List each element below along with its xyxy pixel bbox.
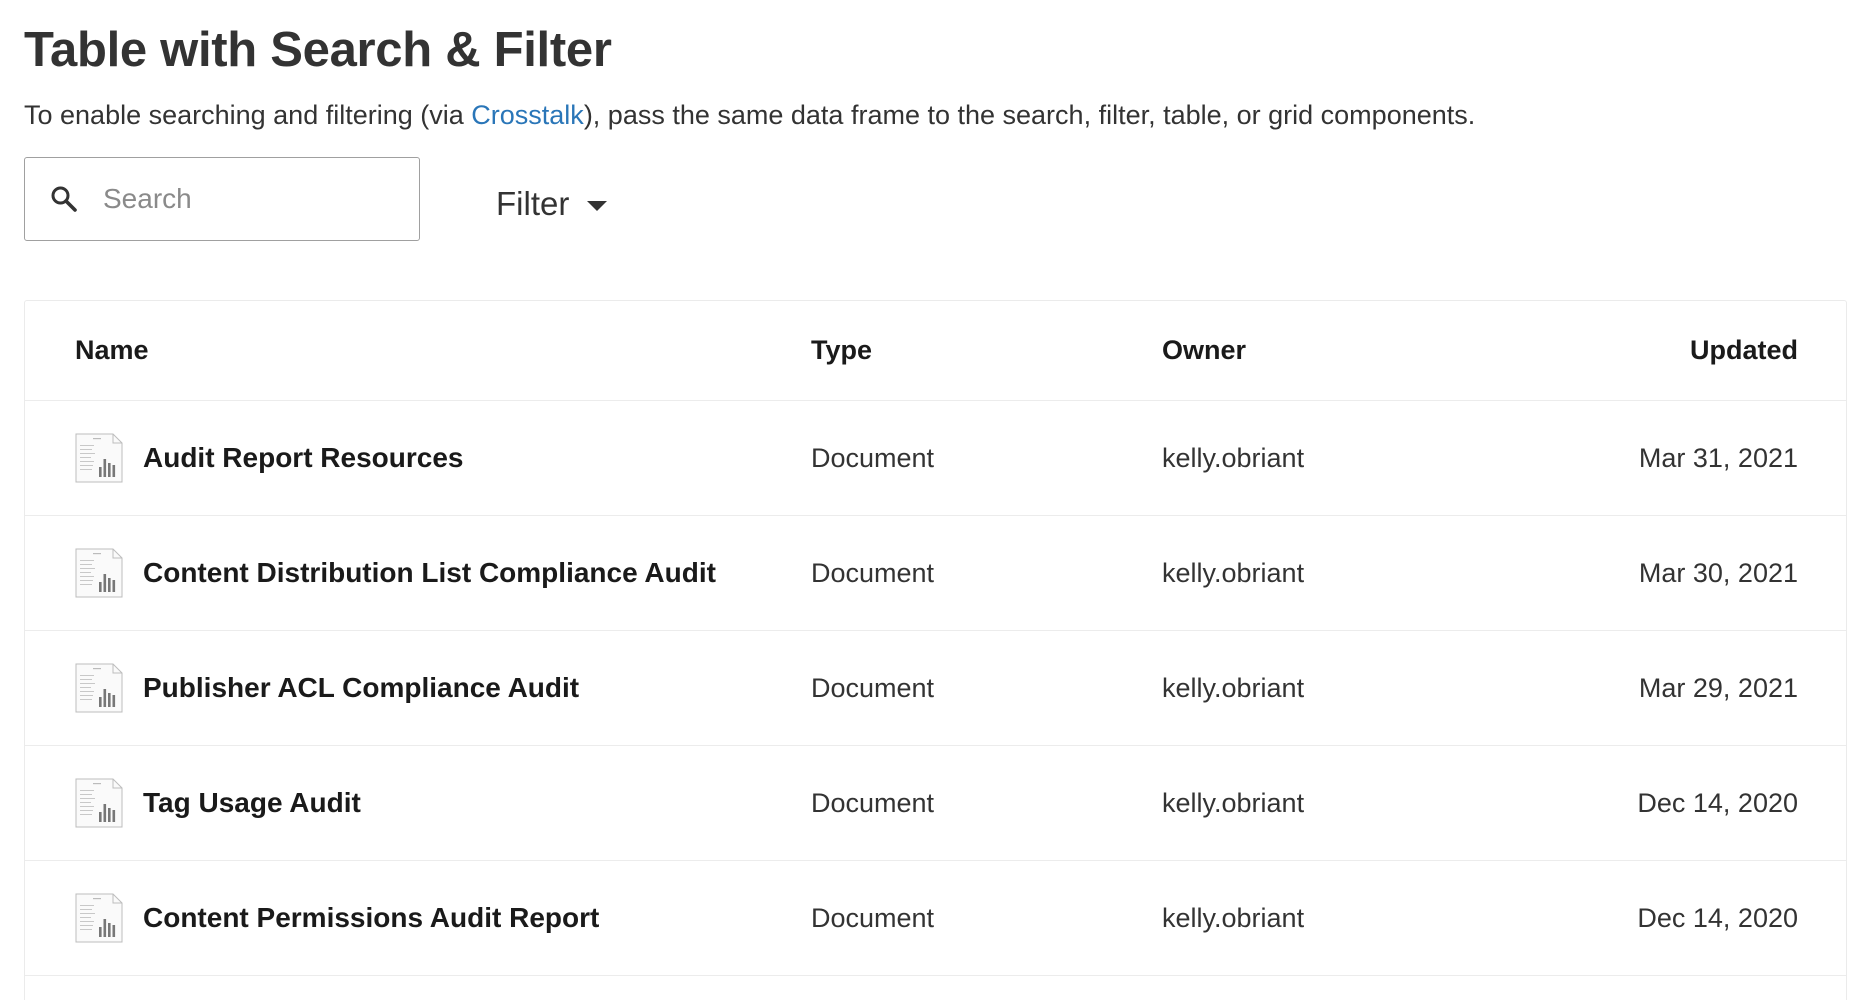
- page-description: To enable searching and filtering (via C…: [24, 100, 1475, 131]
- table-row[interactable]: Publisher ACL Compliance Audit Document …: [25, 631, 1846, 746]
- table-row[interactable]: Content Permissions Audit Report Documen…: [25, 861, 1846, 976]
- name-cell: Publisher ACL Compliance Audit: [75, 631, 579, 745]
- owner-cell: kelly.obriant: [1162, 442, 1305, 473]
- owner-cell: kelly.obriant: [1162, 787, 1305, 818]
- column-header-name[interactable]: Name: [75, 301, 149, 400]
- document-name-link[interactable]: Publisher ACL Compliance Audit: [143, 672, 579, 704]
- updated-cell: Dec 14, 2020: [1637, 902, 1798, 933]
- document-thumbnail-icon: [75, 893, 123, 943]
- document-thumbnail-icon: [75, 663, 123, 713]
- type-cell: Document: [811, 787, 935, 818]
- type-cell: Document: [811, 557, 935, 588]
- type-cell: Document: [811, 672, 935, 703]
- updated-cell: Mar 31, 2021: [1638, 442, 1798, 473]
- filter-label: Filter: [496, 185, 570, 222]
- document-name-link[interactable]: Content Distribution List Compliance Aud…: [143, 557, 716, 589]
- name-cell: Content Permissions Audit Report: [75, 861, 599, 975]
- table-row[interactable]: Audit Report Resources Document kelly.ob…: [25, 401, 1846, 516]
- crosstalk-link[interactable]: Crosstalk: [471, 100, 584, 130]
- document-name-link[interactable]: Content Permissions Audit Report: [143, 902, 599, 934]
- name-cell: Content Distribution List Compliance Aud…: [75, 516, 716, 630]
- search-icon: [51, 186, 77, 212]
- table-row[interactable]: Content Distribution List Compliance Aud…: [25, 516, 1846, 631]
- document-name-link[interactable]: Tag Usage Audit: [143, 787, 361, 819]
- owner-cell: kelly.obriant: [1162, 672, 1305, 703]
- table-header-row: Name Type Owner Updated: [25, 301, 1846, 401]
- search-input[interactable]: [103, 176, 403, 222]
- chevron-down-icon: [587, 201, 608, 211]
- table-row[interactable]: Tag Usage Audit Document kelly.obriant D…: [25, 746, 1846, 861]
- updated-cell: Dec 14, 2020: [1637, 787, 1798, 818]
- document-thumbnail-icon: [75, 778, 123, 828]
- description-text-before: To enable searching and filtering (via: [24, 100, 472, 130]
- column-header-owner[interactable]: Owner: [1162, 301, 1246, 400]
- document-thumbnail-icon: [75, 548, 123, 598]
- owner-cell: kelly.obriant: [1162, 557, 1305, 588]
- updated-cell: Mar 29, 2021: [1638, 672, 1798, 703]
- data-table: Name Type Owner Updated Audit Report Res…: [24, 300, 1847, 1000]
- description-text-after: ), pass the same data frame to the searc…: [583, 100, 1476, 130]
- type-cell: Document: [811, 442, 935, 473]
- type-cell: Document: [811, 902, 935, 933]
- name-cell: Tag Usage Audit: [75, 746, 361, 860]
- updated-cell: Mar 30, 2021: [1638, 557, 1798, 588]
- column-header-type[interactable]: Type: [811, 301, 872, 400]
- page: Table with Search & Filter To enable sea…: [0, 0, 1870, 1000]
- document-name-link[interactable]: Audit Report Resources: [143, 442, 464, 474]
- filter-dropdown[interactable]: Filter: [496, 184, 608, 224]
- owner-cell: kelly.obriant: [1162, 902, 1305, 933]
- column-header-updated[interactable]: Updated: [1690, 301, 1798, 400]
- name-cell: Audit Report Resources: [75, 401, 464, 515]
- document-thumbnail-icon: [75, 433, 123, 483]
- search-box[interactable]: [24, 157, 420, 241]
- page-title: Table with Search & Filter: [24, 23, 612, 77]
